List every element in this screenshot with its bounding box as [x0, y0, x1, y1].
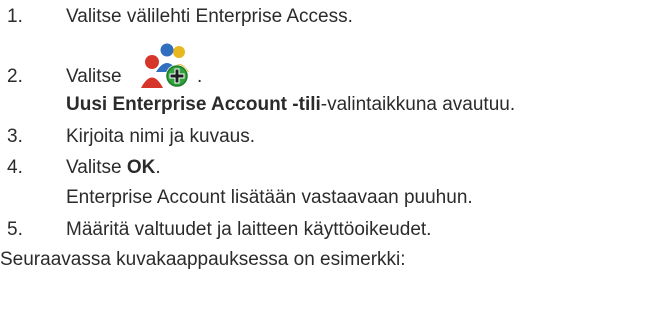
step-2-text: Valitse [66, 65, 122, 89]
add-enterprise-account-icon [141, 42, 195, 92]
step-4-suffix: . [155, 157, 161, 178]
step-3-number: 3. [7, 126, 23, 147]
step-3-text: Kirjoita nimi ja kuvaus. [66, 126, 256, 147]
step-4-text: Valitse OK. [66, 156, 161, 180]
step-4-label: Valitse [66, 157, 127, 178]
step-1-number: 1. [7, 6, 23, 27]
step-1-text: Valitse välilehti Enterprise Access. [66, 6, 353, 27]
step-2-number: 2. [7, 66, 23, 87]
ok-label: OK [126, 157, 156, 178]
step-5-number: 5. [7, 219, 23, 240]
step-2-suffix: . [197, 66, 203, 87]
instructions-document: 1. Valitse välilehti Enterprise Access. … [0, 0, 661, 323]
step-4-number: 4. [7, 157, 23, 178]
dialog-name: Uusi Enterprise Account -tili [66, 94, 321, 115]
step-4-result: Enterprise Account lisätään vastaavaan p… [66, 187, 473, 208]
step-2-result: Uusi Enterprise Account -tili-valintaikk… [66, 93, 515, 117]
step-2-result-rest: -valintaikkuna avautuu. [320, 94, 516, 115]
step-2-label: Valitse [66, 66, 122, 87]
footer-text: Seuraavassa kuvakaappauksessa on esimerk… [0, 249, 406, 270]
step-5-text: Määritä valtuudet ja laitteen käyttöoike… [66, 219, 432, 240]
